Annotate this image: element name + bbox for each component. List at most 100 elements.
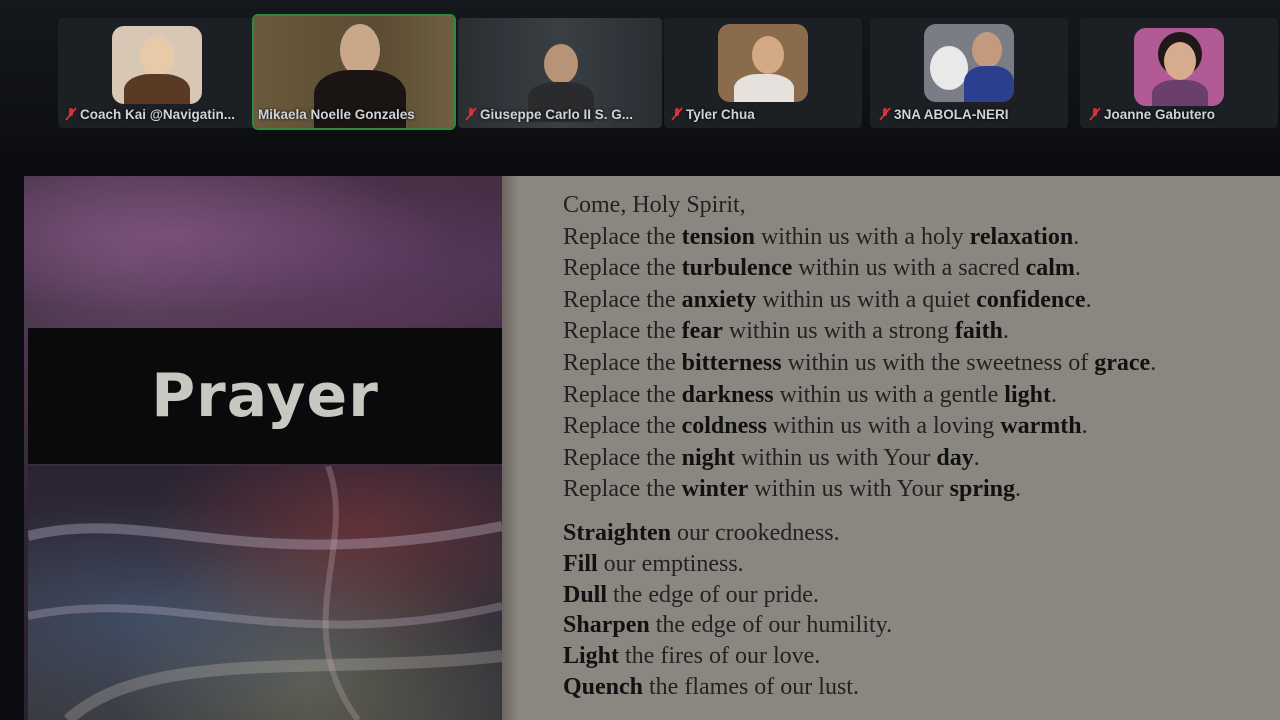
participant-tile[interactable]: Giuseppe Carlo II S. G... <box>458 18 662 128</box>
line-text: within us with a quiet <box>756 286 977 313</box>
galaxy-image <box>24 176 502 326</box>
line-emphasis: warmth <box>1000 413 1082 440</box>
line-emphasis: night <box>681 444 735 471</box>
line-emphasis: bitterness <box>681 350 782 376</box>
galaxy-image <box>28 466 502 720</box>
line-emphasis: darkness <box>681 381 774 408</box>
line-emphasis: Light <box>563 643 620 670</box>
line-text: Replace the <box>563 413 682 440</box>
prayer-line: Fill our emptiness. <box>563 549 744 579</box>
line-text: within us with Your <box>748 476 950 503</box>
prayer-line: Light the fires of our love. <box>563 641 820 671</box>
prayer-line: Replace the winter within us with Your s… <box>563 474 1021 504</box>
line-emphasis: turbulence <box>681 255 793 282</box>
line-text: . <box>1073 223 1080 250</box>
participant-video <box>1134 28 1224 106</box>
prayer-line: Dull the edge of our pride. <box>563 580 819 610</box>
prayer-line: Replace the fear within us with a strong… <box>563 316 1009 346</box>
participant-video <box>112 26 202 104</box>
line-text: . <box>1074 255 1081 282</box>
line-text: the edge of our humility. <box>649 612 893 639</box>
participant-tile[interactable]: Tyler Chua <box>664 18 862 128</box>
line-text: . <box>1085 286 1092 313</box>
line-emphasis: faith <box>954 318 1003 345</box>
prayer-text-panel: Come, Holy Spirit, Replace the tension wi… <box>518 176 1280 720</box>
line-text: Replace the <box>563 318 682 345</box>
line-emphasis: Straighten <box>563 520 671 546</box>
muted-mic-icon <box>465 107 477 121</box>
participant-strip: Coach Kai @Navigatin... Mikaela Noelle G… <box>0 0 1280 150</box>
line-text: Replace the <box>563 381 682 408</box>
line-text: . <box>1050 381 1057 408</box>
line-text: Replace the <box>563 255 682 282</box>
line-text: within us with the sweetness of <box>781 350 1095 376</box>
line-text: our emptiness. <box>597 550 744 577</box>
line-text: Replace the <box>563 350 682 376</box>
nebula-lines <box>28 466 502 720</box>
participant-tile[interactable]: Joanne Gabutero <box>1080 18 1278 128</box>
line-text: . <box>1015 476 1021 503</box>
line-text: . <box>1081 413 1088 440</box>
line-text: Replace the <box>563 286 682 313</box>
participant-tile[interactable]: 3NA ABOLA-NERI <box>870 18 1068 128</box>
line-text: . <box>1150 350 1157 376</box>
line-text: . <box>1002 318 1009 345</box>
line-emphasis: Quench <box>563 674 644 700</box>
line-emphasis: anxiety <box>681 286 757 313</box>
line-emphasis: confidence <box>976 286 1086 313</box>
participant-tile[interactable]: Coach Kai @Navigatin... <box>58 18 256 128</box>
line-text: within us with a strong <box>722 318 955 345</box>
line-text: . <box>973 444 980 471</box>
muted-mic-icon <box>1089 107 1101 121</box>
line-text: Replace the <box>563 476 682 503</box>
prayer-line: Come, Holy Spirit, <box>563 190 746 220</box>
line-text: within us with a holy <box>754 223 970 250</box>
prayer-line: Replace the tension within us with a hol… <box>563 222 1079 252</box>
line-emphasis: light <box>1004 381 1051 408</box>
line-text: our crookedness. <box>671 520 840 546</box>
line-text: the fires of our love. <box>619 643 821 670</box>
line-emphasis: tension <box>681 223 755 250</box>
prayer-line: Sharpen the edge of our humility. <box>563 610 892 640</box>
line-text: Replace the <box>563 444 682 471</box>
line-text: within us with a sacred <box>792 255 1026 282</box>
muted-mic-icon <box>65 107 77 121</box>
line-text: the edge of our pride. <box>607 581 819 608</box>
line-emphasis: calm <box>1025 255 1075 282</box>
line-emphasis: Fill <box>563 550 598 577</box>
participant-tile-active[interactable]: Mikaela Noelle Gonzales <box>252 14 456 130</box>
line-emphasis: relaxation <box>969 223 1074 250</box>
prayer-line: Replace the darkness within us with a ge… <box>563 380 1057 410</box>
slide-divider <box>502 176 518 720</box>
participant-name: Joanne Gabutero <box>1088 106 1272 124</box>
line-emphasis: coldness <box>681 413 767 440</box>
line-emphasis: grace <box>1094 350 1151 376</box>
line-emphasis: Dull <box>563 581 608 608</box>
line-emphasis: fear <box>681 318 723 345</box>
line-emphasis: day <box>936 444 974 471</box>
line-text: within us with Your <box>734 444 937 471</box>
participant-name: Mikaela Noelle Gonzales <box>258 107 415 122</box>
participant-name: 3NA ABOLA-NERI <box>878 106 1062 124</box>
prayer-line: Replace the night within us with Your da… <box>563 443 980 473</box>
line-text: Replace the <box>563 223 682 250</box>
slide-title-band: Prayer <box>28 328 502 464</box>
line-text: Come, Holy Spirit, <box>563 192 746 218</box>
line-emphasis: winter <box>681 476 749 503</box>
line-text: within us with a gentle <box>773 381 1005 408</box>
prayer-line: Replace the turbulence within us with a … <box>563 253 1081 283</box>
slide-image-panel: Prayer <box>24 176 502 720</box>
muted-mic-icon <box>671 107 683 121</box>
line-emphasis: Sharpen <box>563 612 650 639</box>
participant-video <box>924 24 1014 102</box>
participant-name: Giuseppe Carlo II S. G... <box>464 106 656 124</box>
prayer-line: Replace the bitterness within us with th… <box>563 348 1156 378</box>
participant-video <box>718 24 808 102</box>
line-text: within us with a loving <box>766 413 1001 440</box>
participant-name: Tyler Chua <box>670 106 856 124</box>
slide-title: Prayer <box>151 361 379 431</box>
prayer-line: Replace the coldness within us with a lo… <box>563 411 1088 441</box>
participant-name: Coach Kai @Navigatin... <box>64 106 250 124</box>
line-emphasis: spring <box>949 476 1015 503</box>
muted-mic-icon <box>879 107 891 121</box>
